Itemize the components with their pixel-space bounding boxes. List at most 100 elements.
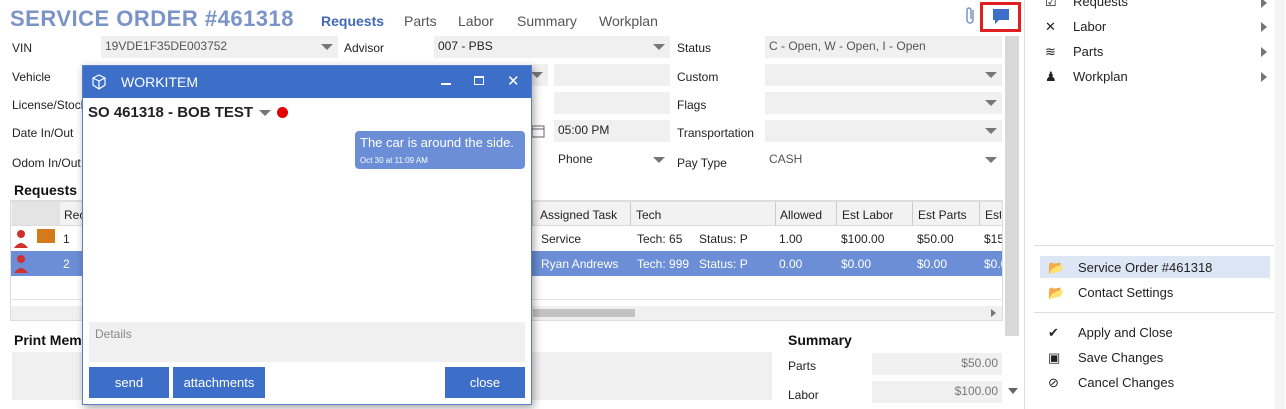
checklist-icon: ☑	[1045, 0, 1057, 9]
transportation-select[interactable]	[765, 120, 1002, 142]
status-label: Status	[677, 41, 712, 55]
tab-labor[interactable]: Labor	[458, 13, 494, 29]
menu-item-contact-settings[interactable]: 📂 Contact Settings	[1048, 285, 1173, 301]
row-task: Ryan Andrews	[541, 257, 619, 271]
summary-title: Summary	[788, 332, 852, 348]
details-input[interactable]: Details	[89, 322, 525, 362]
chevron-down-icon	[321, 44, 333, 50]
grid-corner	[12, 202, 60, 225]
side-scrollbar[interactable]	[1275, 0, 1285, 409]
advisor-label: Advisor	[344, 41, 385, 55]
folder-open-icon: 📂	[1048, 285, 1065, 300]
message-bubble: The car is around the side. Oct 30 at 11…	[355, 131, 525, 169]
row-allowed: 0.00	[779, 257, 803, 271]
worker-icon: ♟	[1045, 69, 1057, 84]
tab-summary[interactable]: Summary	[517, 13, 577, 29]
vin-field[interactable]: 19VDE1F35DE003752	[101, 36, 338, 58]
close-button[interactable]: close	[445, 367, 525, 398]
menu-item-label: Contact Settings	[1078, 285, 1174, 300]
scroll-right-icon[interactable]	[991, 309, 996, 317]
so-label: SO 461318 - BOB TEST	[88, 104, 254, 121]
row-tech: Tech: 65	[637, 232, 683, 246]
menu-item-service-order[interactable]: 📂 Service Order #461318	[1048, 260, 1212, 276]
send-button[interactable]: send	[89, 367, 169, 398]
chevron-down-icon	[985, 128, 997, 134]
tab-requests[interactable]: Requests	[321, 13, 384, 29]
page-title: SERVICE ORDER #461318	[10, 6, 295, 31]
tools-icon: ✕	[1045, 19, 1056, 34]
chat-button[interactable]	[980, 2, 1021, 32]
paperclip-icon[interactable]	[964, 6, 978, 29]
row-status: Status: P	[699, 257, 748, 271]
row-number: 2	[63, 257, 70, 271]
vehicle-extra-field[interactable]	[554, 64, 670, 86]
row-task: Service	[541, 232, 582, 246]
row-number: 1	[63, 232, 70, 246]
tab-parts[interactable]: Parts	[404, 13, 437, 29]
col-header-assigned-task[interactable]: Assigned Task	[540, 208, 617, 222]
technician-icon	[13, 229, 35, 252]
chat-icon	[993, 9, 1009, 24]
chevron-down-icon	[985, 157, 997, 163]
maximize-icon[interactable]	[474, 76, 484, 85]
menu-item-labor[interactable]: ✕ Labor	[1045, 19, 1106, 35]
odom-in-out-label: Odom In/Out	[12, 156, 81, 170]
status-dot	[277, 107, 289, 118]
pay-type-select[interactable]: CASH	[765, 149, 1002, 171]
dialog-title: WORKITEM	[121, 74, 198, 90]
menu-item-workplan[interactable]: ♟ Workplan	[1045, 69, 1128, 85]
tab-workplan[interactable]: Workplan	[599, 13, 658, 29]
dialog-title-bar[interactable]: WORKITEM ✕	[83, 66, 531, 98]
menu-item-label: Requests	[1073, 0, 1128, 9]
comment-icon[interactable]	[37, 229, 55, 243]
layers-icon: ≋	[1045, 44, 1056, 59]
menu-item-label: Apply and Close	[1078, 325, 1173, 340]
col-header-tech[interactable]: Tech	[636, 208, 661, 222]
summary-labor-value: $100.00	[872, 381, 1002, 403]
scroll-down-icon[interactable]	[1008, 388, 1018, 394]
menu-item-label: Parts	[1073, 44, 1104, 59]
main-scrollbar[interactable]	[1005, 36, 1019, 336]
menu-item-label: Cancel Changes	[1078, 375, 1175, 390]
license-label: License/Stock	[12, 98, 87, 112]
folder-open-icon: 📂	[1048, 260, 1065, 275]
apply-and-close-button[interactable]: ✔ Apply and Close	[1048, 325, 1173, 341]
checkmark-icon: ✔	[1048, 325, 1059, 340]
custom-select[interactable]	[765, 64, 1002, 86]
summary-parts-label: Parts	[788, 359, 817, 373]
advisor-select[interactable]: 007 - PBS	[434, 36, 670, 58]
row-tech: Tech: 999	[637, 257, 690, 271]
scrollbar-thumb[interactable]	[533, 309, 635, 317]
chevron-down-icon	[531, 72, 543, 78]
vehicle-select-edge[interactable]	[530, 64, 548, 86]
col-header-est-parts[interactable]: Est Parts	[918, 208, 967, 222]
license-extra-field[interactable]	[554, 92, 670, 114]
time-out-value: 05:00 PM	[558, 123, 610, 137]
message-timestamp: Oct 30 at 11:09 AM	[360, 156, 428, 165]
contact-method-select[interactable]: Phone	[554, 149, 670, 171]
save-changes-button[interactable]: ▣ Save Changes	[1048, 350, 1163, 366]
status-field: C - Open, W - Open, I - Open	[765, 36, 1002, 58]
calendar-icon[interactable]	[531, 124, 545, 141]
close-icon[interactable]: ✕	[507, 72, 520, 90]
menu-item-label: Labor	[1073, 19, 1107, 34]
vin-value: 19VDE1F35DE003752	[105, 39, 228, 53]
col-header-est-labor[interactable]: Est Labor	[842, 208, 893, 222]
col-header-allowed[interactable]: Allowed	[780, 208, 822, 222]
minimize-icon[interactable]	[441, 83, 451, 85]
chevron-down-icon	[259, 109, 272, 116]
cube-icon	[92, 74, 106, 90]
custom-label: Custom	[677, 70, 719, 84]
flags-select[interactable]	[765, 92, 1002, 114]
row-est-labor: $0.00	[841, 257, 872, 271]
time-out-field[interactable]: 05:00 PM	[554, 120, 670, 142]
cancel-changes-button[interactable]: ⊘ Cancel Changes	[1048, 375, 1174, 391]
so-selector[interactable]: SO 461318 - BOB TEST	[88, 104, 289, 121]
row-est: $15	[984, 232, 1002, 246]
col-header-est[interactable]: Est	[985, 208, 1001, 222]
row-allowed: 1.00	[779, 232, 803, 246]
menu-item-requests[interactable]: ☑ Requests	[1045, 0, 1128, 10]
row-est-parts: $0.00	[917, 257, 948, 271]
attachments-button[interactable]: attachments	[173, 367, 265, 398]
menu-item-parts[interactable]: ≋ Parts	[1045, 44, 1103, 60]
